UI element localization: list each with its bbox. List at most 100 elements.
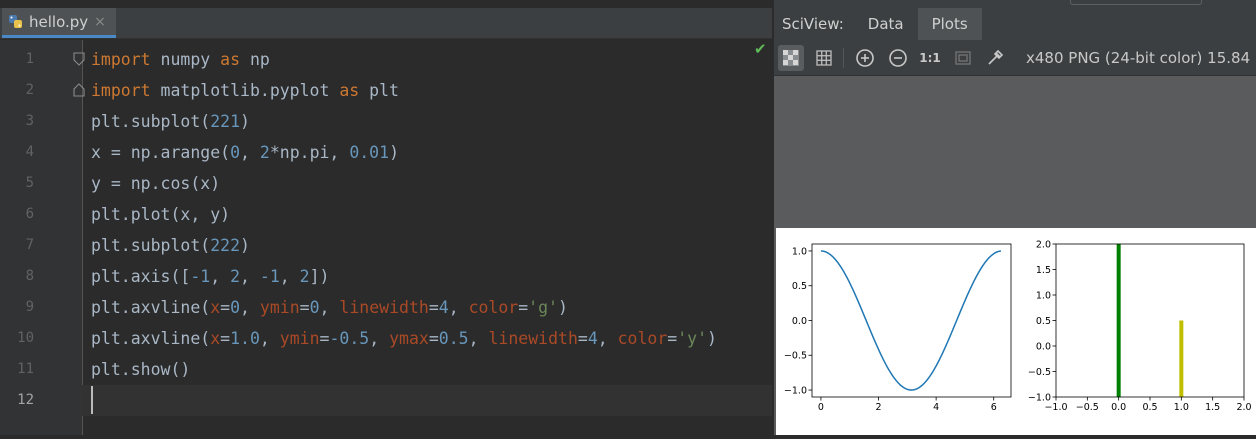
- code-token: *np.pi,: [269, 143, 350, 162]
- y-tick-label: −0.5: [1028, 367, 1051, 378]
- code-token: 'g': [528, 298, 558, 317]
- line-number: 6: [25, 206, 34, 222]
- tab-close-icon[interactable]: ×: [94, 14, 106, 30]
- code-token: =: [299, 298, 310, 317]
- color-picker-icon[interactable]: [982, 45, 1008, 71]
- tab-plots[interactable]: Plots: [917, 8, 982, 40]
- code-token: ): [557, 298, 568, 317]
- code-line[interactable]: plt.show(): [82, 354, 772, 385]
- tab-data[interactable]: Data: [854, 8, 918, 40]
- code-token: ,: [468, 329, 489, 348]
- code-token: plt: [359, 81, 399, 100]
- code-token: =: [428, 298, 439, 317]
- toolbar-separator: [843, 48, 844, 68]
- x-tick-label: 2.0: [1236, 402, 1251, 413]
- code-token: plt.axvline(: [91, 329, 211, 348]
- code-line[interactable]: x = np.arange(0, 2*np.pi, 0.01): [82, 137, 772, 168]
- code-token: =: [220, 329, 231, 348]
- code-token: 4: [438, 298, 449, 317]
- x-tick-label: 0: [818, 402, 824, 413]
- line-number: 10: [17, 330, 34, 346]
- check-icon[interactable]: ✔: [754, 40, 767, 58]
- y-tick-label: 1.0: [1036, 290, 1051, 301]
- code-token: 4: [587, 329, 598, 348]
- x-tick-label: 2: [876, 402, 882, 413]
- axes-frame: [1055, 243, 1245, 398]
- code-line[interactable]: plt.subplot(222): [82, 230, 772, 261]
- code-token: 2: [299, 267, 310, 286]
- fold-collapse-icon[interactable]: [72, 52, 86, 66]
- code-token: 'y': [677, 329, 708, 348]
- line-number: 1: [25, 51, 34, 67]
- x-tick-label: 0.5: [1142, 402, 1157, 413]
- code-token: 2: [259, 143, 270, 162]
- chessboard-icon[interactable]: [778, 45, 804, 71]
- code-line[interactable]: y = np.cos(x): [82, 168, 772, 199]
- code-line[interactable]: import matplotlib.pyplot as plt: [82, 75, 772, 106]
- fit-icon[interactable]: [950, 45, 976, 71]
- code-token: 0: [230, 298, 241, 317]
- plot-image[interactable]: 0 2 4 6 1.0 0.5 0.0 −0.5 −1.0 −1.0 −0.5 0.0 0.5 1.0 1.…: [776, 228, 1256, 435]
- code-line[interactable]: [82, 385, 772, 416]
- code-token: 0.5: [438, 329, 469, 348]
- y-tick-label: 0.0: [792, 316, 807, 327]
- line-number: 2: [25, 82, 34, 98]
- code-token: =: [428, 329, 439, 348]
- code-token: =: [319, 329, 330, 348]
- code-token: x = np.arange(: [91, 143, 231, 162]
- code-token: ymax: [389, 329, 429, 348]
- code-token: =: [220, 298, 231, 317]
- code-token: -1: [190, 267, 211, 286]
- code-token: 0: [230, 143, 241, 162]
- code-line[interactable]: plt.axvline(x=1.0, ymin=-0.5, ymax=0.5, …: [82, 323, 772, 354]
- code-token: ,: [597, 329, 618, 348]
- code-line[interactable]: plt.axvline(x=0, ymin=0, linewidth=4, co…: [82, 292, 772, 323]
- code-token: ,: [210, 267, 231, 286]
- code-token: ): [240, 236, 250, 255]
- code-token: 0.01: [349, 143, 390, 162]
- y-tick-label: 2.0: [1036, 239, 1051, 250]
- code-token: -1: [259, 267, 280, 286]
- code-token: 0: [309, 298, 320, 317]
- code-token: ymin: [259, 298, 300, 317]
- zoom-out-icon[interactable]: [885, 45, 911, 71]
- plot-thumbnail-area: [774, 76, 1256, 226]
- code-token: ): [240, 112, 250, 131]
- code-token: ,: [240, 267, 260, 286]
- code-line[interactable]: import numpy as np: [82, 44, 772, 75]
- code-token: -0.5: [329, 329, 370, 348]
- code-token: color: [468, 298, 519, 317]
- code-token: 221: [210, 112, 241, 131]
- code-token: ,: [240, 298, 260, 317]
- code-token: ): [389, 143, 399, 162]
- zoom-in-icon[interactable]: [852, 45, 878, 71]
- sciview-label: SciView:: [782, 15, 844, 33]
- code-line[interactable]: plt.axis([-1, 2, -1, 2]): [82, 261, 772, 292]
- code-token: ,: [279, 267, 300, 286]
- code-token: numpy: [150, 50, 221, 69]
- code-token: 222: [210, 236, 241, 255]
- grid-icon[interactable]: [811, 45, 837, 71]
- x-tick-label: 6: [991, 402, 997, 413]
- code-token: ymin: [279, 329, 320, 348]
- y-tick-label: 0.5: [1036, 316, 1051, 327]
- fold-end-icon[interactable]: [72, 83, 86, 97]
- line-number: 4: [25, 144, 34, 160]
- code-token: ,: [448, 298, 469, 317]
- y-tick-label: 0.5: [792, 281, 807, 292]
- x-tick-label: −1.0: [1044, 402, 1067, 413]
- text-caret: [91, 386, 93, 414]
- code-line[interactable]: plt.plot(x, y): [82, 199, 772, 230]
- code-token: =: [518, 298, 529, 317]
- line-number: 5: [25, 175, 34, 191]
- sciview-toolbar: 1:1 x480 PNG (24-bit color) 15.84 kB: [774, 41, 1256, 76]
- tab-hello-py[interactable]: hello.py ×: [2, 8, 116, 38]
- code-editor[interactable]: import numpy as np import matplotlib.pypl…: [82, 40, 772, 435]
- plot-view: 0 2 4 6 1.0 0.5 0.0 −0.5 −1.0 −1.0 −0.5 0.0 0.5 1.0 1.…: [774, 226, 1256, 435]
- code-token: y = np.cos(x): [91, 174, 221, 193]
- editor-pane: hello.py × 1 2 3 4 5 6 7 8 9 10 11 12 import numpy …: [0, 0, 772, 435]
- code-line[interactable]: plt.subplot(221): [82, 106, 772, 137]
- line-number-gutter: 1 2 3 4 5 6 7 8 9 10 11 12: [0, 40, 83, 435]
- actual-size-icon[interactable]: 1:1: [917, 45, 943, 71]
- code-token: ,: [369, 329, 390, 348]
